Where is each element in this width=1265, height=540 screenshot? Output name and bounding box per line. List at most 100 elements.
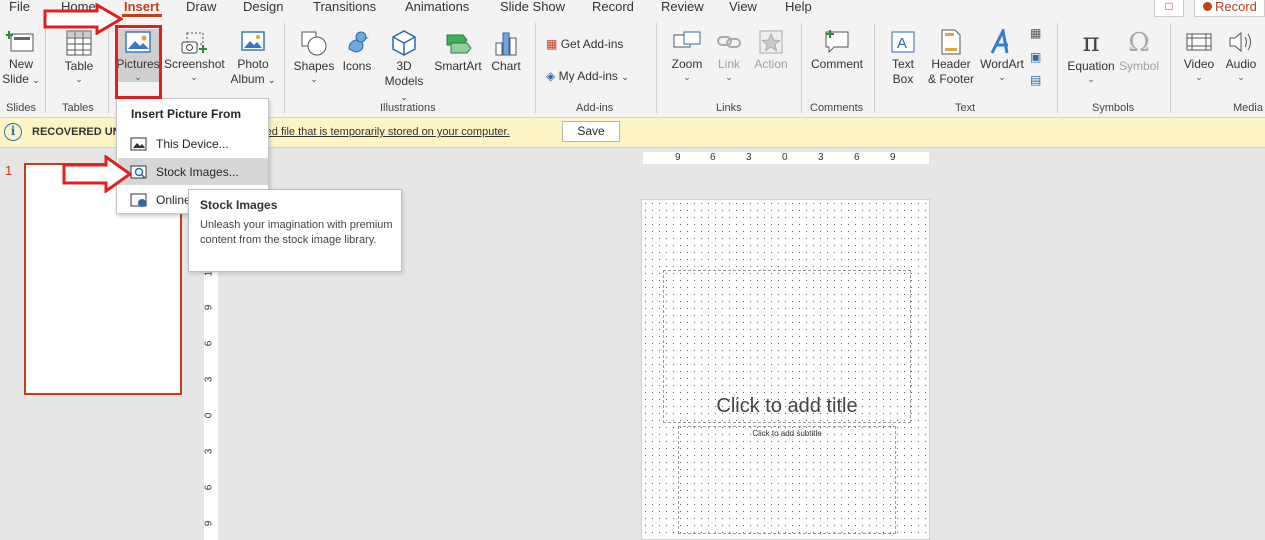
tab-help[interactable]: Help <box>785 0 812 14</box>
ruler-tick: 3 <box>203 376 215 383</box>
tooltip-title: Stock Images <box>200 198 278 212</box>
object-button[interactable]: ▤ <box>1030 72 1041 88</box>
chart-button[interactable]: Chart <box>487 29 525 74</box>
tab-slide-show[interactable]: Slide Show <box>500 0 565 14</box>
chart-label: Chart <box>491 59 521 73</box>
ruler-tick: 3 <box>203 448 215 455</box>
group-divider <box>108 23 109 113</box>
menu-item-label: Stock Images... <box>156 165 239 179</box>
slide-canvas[interactable]: Click to add title Click to add subtitle <box>641 199 930 540</box>
ruler-tick: 3 <box>746 152 752 163</box>
wordart-button[interactable]: WordArt ⌄ <box>978 29 1026 82</box>
title-placeholder-text: Click to add title <box>716 395 858 417</box>
group-divider <box>1170 23 1171 113</box>
link-icon <box>717 36 741 48</box>
ruler-tick: 6 <box>203 340 215 347</box>
group-addins-label: Add-ins <box>576 102 614 114</box>
symbol-button[interactable]: Ω Symbol <box>1117 29 1161 74</box>
text-box-label: Text <box>891 57 914 71</box>
3d-models-label: 3D <box>396 59 412 73</box>
table-button[interactable]: Table ⌄ <box>57 29 101 84</box>
3d-models-label-2: Models <box>384 74 424 88</box>
ruler-tick: 9 <box>203 520 215 527</box>
audio-icon <box>1229 31 1251 53</box>
group-tables-label: Tables <box>62 102 94 114</box>
group-links-label: Links <box>716 102 742 114</box>
slide-number: 1 <box>5 163 13 178</box>
comments-button[interactable]: □ <box>1154 0 1184 17</box>
group-symbols-label: Symbols <box>1092 102 1135 114</box>
ruler-tick: 9 <box>675 152 681 163</box>
record-label: Record <box>1215 0 1257 14</box>
menu-item-stock-images[interactable]: Stock Images... <box>118 158 268 185</box>
header-footer-label: Header <box>931 57 971 71</box>
comment-icon <box>825 30 849 54</box>
equation-button[interactable]: π Equation ⌄ <box>1064 29 1118 84</box>
stock-images-icon <box>130 165 147 180</box>
icons-icon <box>348 31 369 53</box>
tab-transitions[interactable]: Transitions <box>313 0 376 14</box>
text-box-icon: A <box>891 31 915 53</box>
get-addins-button[interactable]: ▦ Get Add-ins <box>546 36 623 52</box>
group-divider <box>535 23 536 113</box>
annotation-arrow-icon <box>62 155 132 193</box>
tab-insert[interactable]: Insert <box>124 0 159 14</box>
menu-item-this-device[interactable]: This Device... <box>118 130 268 157</box>
link-button[interactable]: Link ⌄ <box>710 29 748 82</box>
slide-number-button[interactable]: ▣ <box>1030 49 1041 65</box>
group-text-label: Text <box>955 102 976 114</box>
link-label: Link <box>717 57 740 71</box>
new-slide-icon <box>6 31 34 52</box>
action-icon <box>759 30 783 54</box>
shapes-button[interactable]: Shapes ⌄ <box>292 29 336 84</box>
video-button[interactable]: Video ⌄ <box>1180 29 1218 82</box>
tab-view[interactable]: View <box>729 0 757 14</box>
tab-animations[interactable]: Animations <box>405 0 469 14</box>
infobar-title: RECOVERED UN <box>32 126 121 138</box>
zoom-button[interactable]: Zoom ⌄ <box>666 29 708 82</box>
icons-label: Icons <box>342 59 372 73</box>
store-icon: ▦ <box>546 37 558 51</box>
save-button[interactable]: Save <box>562 121 620 142</box>
vertical-ruler: 1 9 6 3 0 3 6 9 <box>203 262 218 540</box>
icons-button[interactable]: Icons <box>338 29 376 74</box>
tab-file[interactable]: File <box>9 0 30 14</box>
audio-button[interactable]: Audio ⌄ <box>1222 29 1260 82</box>
symbol-label: Symbol <box>1118 59 1159 73</box>
record-button[interactable]: Record <box>1194 0 1265 17</box>
header-footer-button[interactable]: Header & Footer <box>925 29 977 87</box>
3d-models-button[interactable]: 3D Models ⌄ <box>380 29 428 105</box>
ruler-tick: 9 <box>203 304 215 311</box>
new-slide-label: New <box>8 57 33 71</box>
table-label: Table <box>64 59 94 73</box>
date-time-button[interactable]: ▦ <box>1030 25 1041 41</box>
smartart-button[interactable]: SmartArt <box>432 29 484 74</box>
new-slide-button[interactable]: New Slide ⌄ <box>2 29 40 88</box>
tab-draw[interactable]: Draw <box>186 0 216 14</box>
subtitle-placeholder[interactable]: Click to add subtitle <box>678 426 896 534</box>
horizontal-ruler: 9 6 3 0 3 6 9 <box>643 152 929 164</box>
photo-album-button[interactable]: Photo Album ⌄ <box>230 29 276 88</box>
screenshot-button[interactable]: Screenshot ⌄ <box>164 29 225 82</box>
ruler-tick: 0 <box>203 412 215 419</box>
new-slide-label-2: Slide <box>2 72 29 86</box>
tab-design[interactable]: Design <box>243 0 283 14</box>
screenshot-icon <box>181 32 207 54</box>
menu-header: Insert Picture From <box>131 107 242 121</box>
my-addins-button[interactable]: ◈ My Add-ins ⌄ <box>546 68 629 85</box>
calendar-icon: ▦ <box>1030 26 1042 40</box>
wordart-icon <box>990 29 1009 54</box>
tab-record[interactable]: Record <box>592 0 634 14</box>
action-button[interactable]: Action <box>750 29 792 72</box>
comment-button[interactable]: Comment <box>807 29 867 72</box>
tab-review[interactable]: Review <box>661 0 704 14</box>
group-divider <box>284 23 285 113</box>
subtitle-placeholder-text: Click to add subtitle <box>752 429 822 438</box>
my-addins-label: My Add-ins <box>558 69 618 83</box>
text-box-button[interactable]: A Text Box <box>883 29 923 87</box>
group-media-label: Media <box>1233 102 1263 114</box>
title-placeholder[interactable]: Click to add title <box>663 270 911 423</box>
ribbon-tabs: File Home Insert Draw Design Transitions… <box>0 0 1265 17</box>
3d-models-icon <box>392 30 416 56</box>
equation-label: Equation <box>1067 59 1115 73</box>
